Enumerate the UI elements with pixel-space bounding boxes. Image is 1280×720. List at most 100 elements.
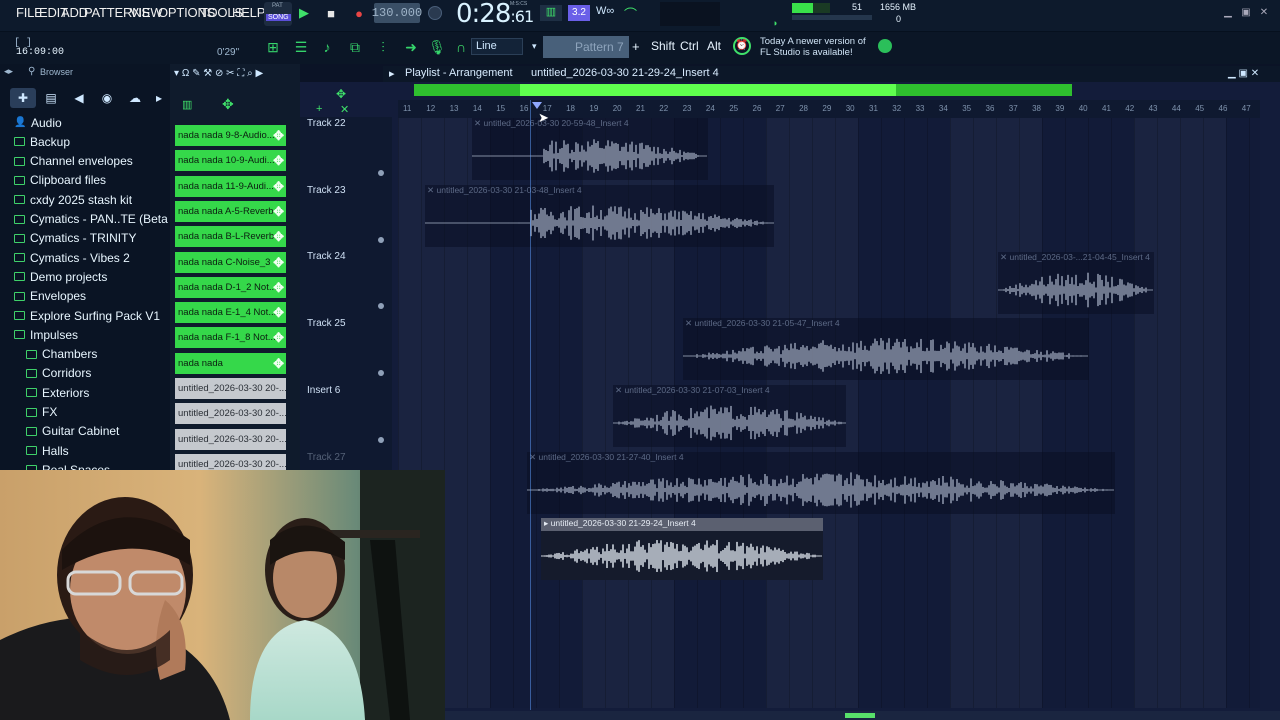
headphones-icon[interactable]: Ω xyxy=(182,68,192,79)
select-icon[interactable]: ⛶ xyxy=(237,68,247,79)
mute-icon[interactable]: ⊘ xyxy=(215,68,226,79)
step-edit-button[interactable]: 3.2 xyxy=(568,5,590,21)
browser-folder-item[interactable]: Channel envelopes xyxy=(14,152,133,171)
piano-roll-icon[interactable]: ♪ xyxy=(316,37,338,57)
magnet-icon[interactable]: ∩ xyxy=(450,37,472,57)
news-icon[interactable]: ⏰ xyxy=(733,37,751,55)
mic-icon[interactable]: 🎙 xyxy=(426,37,448,57)
maximize-icon[interactable]: ▣ xyxy=(1240,6,1252,18)
audio-clip[interactable]: ✕ untitled_2026-03-30 20-59-48_Insert 4 xyxy=(472,118,708,180)
track-plus-icon[interactable]: + xyxy=(316,103,322,115)
arrow-icon[interactable]: ➜ xyxy=(400,37,422,57)
channel-button[interactable]: nada nada F-1_8 Not... ✥ xyxy=(175,327,286,349)
browser-subfolder-item[interactable]: FX xyxy=(26,403,57,422)
record-icon[interactable]: ● xyxy=(348,3,370,23)
track-name[interactable]: Track 22 xyxy=(307,118,346,129)
channel-route-icon[interactable]: ✥ xyxy=(273,201,284,222)
playlist-close-icon[interactable]: ✕ xyxy=(1251,68,1259,79)
menu-arrow-icon[interactable]: ▾ xyxy=(174,68,182,79)
track-name[interactable]: Insert 6 xyxy=(307,385,340,396)
scrollbar-thumb[interactable] xyxy=(845,713,875,718)
browser-next-icon[interactable]: ▸ xyxy=(146,88,172,108)
browser-subfolder-item[interactable]: Halls xyxy=(26,441,69,460)
channel-route-icon[interactable]: ✥ xyxy=(273,277,284,298)
pitch-knob[interactable] xyxy=(428,6,442,20)
browser-cloud-tab-icon[interactable]: ☁ xyxy=(122,88,148,108)
news-panel[interactable]: Today A newer version of FL Studio is av… xyxy=(760,36,866,58)
channel-route-icon[interactable]: ✥ xyxy=(273,302,284,323)
channel-button[interactable]: untitled_2026-03-30 20-... xyxy=(175,378,286,399)
stop-icon[interactable]: ■ xyxy=(320,3,342,23)
track-name[interactable]: Track 23 xyxy=(307,185,346,196)
timeline-scroll-thumb[interactable] xyxy=(520,84,896,96)
track-mute-dot[interactable] xyxy=(378,236,384,243)
browser-folder-item[interactable]: Impulses xyxy=(14,325,78,344)
playhead[interactable] xyxy=(530,100,531,710)
track-mute-dot[interactable] xyxy=(378,170,384,176)
track-mute-dot[interactable] xyxy=(378,436,384,443)
playlist-max-icon[interactable]: ▣ xyxy=(1238,68,1250,79)
browser-subfolder-item[interactable]: Chambers xyxy=(26,345,97,364)
browser-plugin-tab-icon[interactable]: ◀ xyxy=(66,88,92,108)
browser-file-tab-icon[interactable]: ▤ xyxy=(38,88,64,108)
track-name[interactable]: Track 24 xyxy=(307,251,346,262)
horizontal-scrollbar[interactable] xyxy=(445,711,1280,720)
metronome-icon[interactable]: ▥ xyxy=(540,5,562,21)
channel-route-icon[interactable]: ✥ xyxy=(273,226,284,247)
channel-route-icon[interactable]: ✥ xyxy=(273,150,284,171)
browser-folder-item[interactable]: Clipboard files xyxy=(14,171,106,190)
wait-icon[interactable]: W∞ xyxy=(596,5,614,17)
channel-add-icon[interactable]: ✥ xyxy=(222,96,234,113)
browser-folder-item[interactable]: Backup xyxy=(14,132,70,151)
audio-clip[interactable]: ✕ untitled_2026-03-30 21-27-40_Insert 4 xyxy=(527,452,1115,514)
browser-folder-item[interactable]: 👤 Audio xyxy=(14,113,62,132)
online-icon[interactable] xyxy=(878,39,892,53)
browser-folder-item[interactable]: Explore Surfing Pack V1 xyxy=(14,306,160,325)
tempo-display[interactable]: 130.000 xyxy=(372,3,422,23)
close-icon[interactable]: ✕ xyxy=(1258,6,1270,18)
mixer-icon[interactable]: ⧉ xyxy=(344,37,366,57)
browser-arrow-icon[interactable]: ◂▸ xyxy=(4,66,13,77)
track-x-icon[interactable]: ✕ xyxy=(340,103,349,116)
channel-route-icon[interactable]: ✥ xyxy=(273,176,284,197)
browser-subfolder-item[interactable]: Corridors xyxy=(26,364,91,383)
shift-key[interactable]: Shift xyxy=(651,39,675,53)
channel-button[interactable]: nada nada 11-9-Audi... ✥ xyxy=(175,175,286,197)
channel-route-icon[interactable]: ✥ xyxy=(273,252,284,273)
channel-route-icon[interactable]: ✥ xyxy=(273,353,284,374)
track-name[interactable]: Track 25 xyxy=(307,318,346,329)
audio-clip[interactable]: ✕ untitled_2026-03-30 21-07-03_Insert 4 xyxy=(613,385,846,447)
playlist-icon[interactable]: ⊞ xyxy=(262,37,284,57)
channel-graph-icon[interactable]: ▥ xyxy=(182,98,192,111)
channel-button[interactable]: untitled_2026-03-30 20-... xyxy=(175,403,286,425)
audio-clip[interactable]: ✕ untitled_2026-03-30 21-03-48_Insert 4 xyxy=(425,185,774,247)
slice-icon[interactable]: ✂ xyxy=(226,68,237,79)
channel-rack-icon[interactable]: ☰ xyxy=(290,37,312,57)
browser-folder-item[interactable]: Demo projects xyxy=(14,267,107,286)
channel-button[interactable]: nada nada ✥ xyxy=(175,352,286,374)
minimize-icon[interactable]: ▁ xyxy=(1222,6,1234,18)
browser-subfolder-item[interactable]: Exteriors xyxy=(26,383,89,402)
pat-song-toggle[interactable]: PAT SONG xyxy=(264,2,292,26)
browser-folder-item[interactable]: Envelopes xyxy=(14,287,86,306)
playlist-min-icon[interactable]: ▁ xyxy=(1228,68,1238,79)
add-pattern-icon[interactable]: + xyxy=(632,39,640,54)
zoom-icon[interactable]: ⌕ xyxy=(247,68,255,79)
ctrl-key[interactable]: Ctrl xyxy=(680,39,699,53)
pencil-icon[interactable]: ✎ xyxy=(192,68,203,79)
channel-button[interactable]: nada nada 9-8-Audio... ✥ xyxy=(175,125,286,146)
channel-route-icon[interactable]: ✥ xyxy=(273,125,284,146)
browser-folder-item[interactable]: Cymatics - TRINITY xyxy=(14,229,136,248)
snap-arrow-icon[interactable]: ▾ xyxy=(532,41,537,52)
track-name[interactable]: Track 27 xyxy=(307,452,346,463)
play-icon[interactable]: ▶ xyxy=(293,3,315,23)
browser-folder-item[interactable]: cxdy 2025 stash kit xyxy=(14,190,132,209)
channel-button[interactable]: nada nada D-1_2 Not... ✥ xyxy=(175,276,286,298)
channel-route-icon[interactable]: ✥ xyxy=(273,327,284,348)
browser-subfolder-item[interactable]: Guitar Cabinet xyxy=(26,422,119,441)
audio-clip[interactable]: ▸ untitled_2026-03-30 21-29-24_Insert 4 xyxy=(541,518,823,580)
clip-menu-icon[interactable]: ▸ xyxy=(544,518,551,528)
playback-icon[interactable]: ▶ xyxy=(256,68,264,79)
brush-icon[interactable]: ⚒ xyxy=(203,68,215,79)
menu-help[interactable]: HELP xyxy=(232,5,265,23)
